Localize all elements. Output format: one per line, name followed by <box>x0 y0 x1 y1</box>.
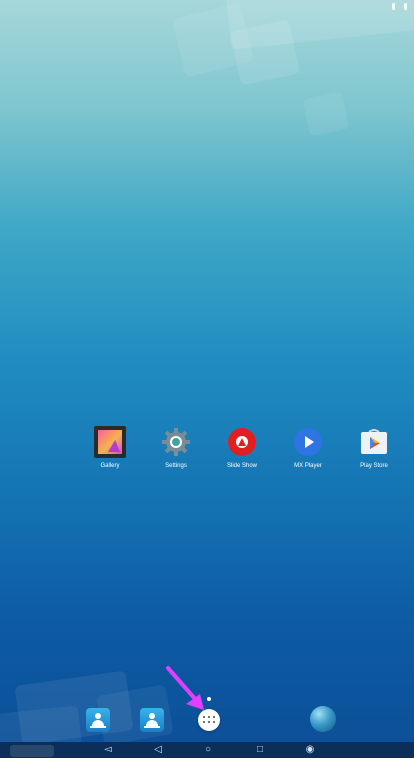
gallery-icon <box>94 426 126 458</box>
app-label: Slide Show <box>226 463 258 469</box>
volume-up-icon[interactable]: ◉ <box>300 743 320 757</box>
signal-icon <box>392 3 395 10</box>
back-icon[interactable]: ◁ <box>148 743 168 757</box>
app-slide-show[interactable]: Slide Show <box>212 426 272 470</box>
volume-down-icon[interactable]: ◅​ <box>98 743 118 757</box>
all-apps-button[interactable] <box>198 709 220 731</box>
app-label: Play Store <box>360 463 388 469</box>
dock-contacts-app[interactable] <box>86 708 110 732</box>
dock-browser-app[interactable] <box>310 706 336 732</box>
app-play-store[interactable]: Play Store <box>344 426 404 470</box>
app-label: MX Player <box>294 463 322 469</box>
app-label: Gallery <box>100 463 120 469</box>
app-gallery[interactable]: Gallery <box>80 426 140 470</box>
page-indicator <box>207 697 211 701</box>
recents-icon[interactable]: □ <box>250 743 270 757</box>
settings-icon <box>160 426 192 458</box>
screenshot-icon[interactable] <box>10 745 54 757</box>
battery-icon <box>404 3 407 10</box>
status-bar <box>0 0 414 14</box>
home-icon[interactable]: ○ <box>198 743 218 757</box>
mx-player-icon <box>292 426 324 458</box>
dock-contacts-app-2[interactable] <box>140 708 164 732</box>
wallpaper-shape <box>302 91 350 137</box>
slideshow-icon <box>226 426 258 458</box>
app-settings[interactable]: Settings <box>146 426 206 470</box>
app-label: Settings <box>165 463 187 469</box>
navigation-bar: ◅​ ◁ ○ □ ◉ <box>0 742 414 758</box>
all-apps-icon <box>198 709 215 723</box>
play-store-icon <box>358 426 390 458</box>
app-mx-player[interactable]: MX Player <box>278 426 338 470</box>
